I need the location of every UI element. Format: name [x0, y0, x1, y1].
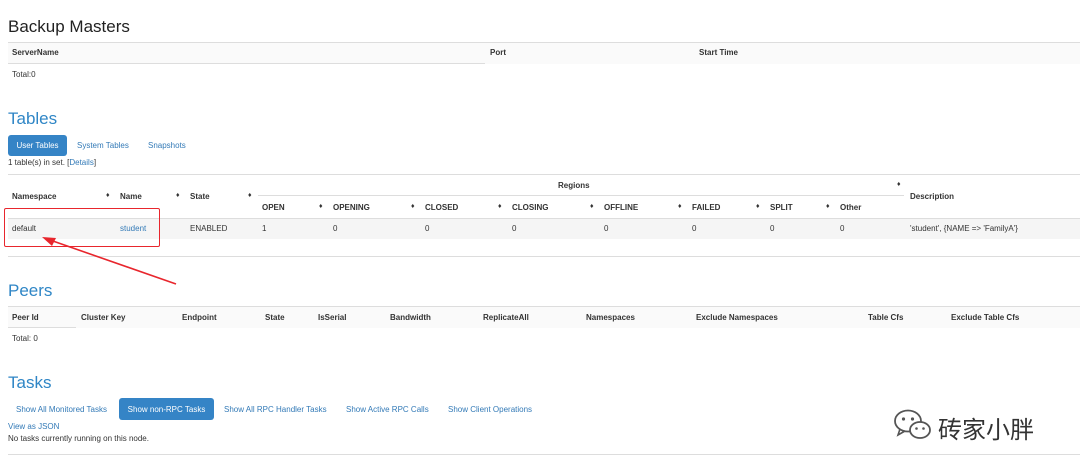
column-header-replicateall: ReplicateAll	[483, 313, 529, 322]
no-tasks-message: No tasks currently running on this node.	[8, 434, 149, 443]
tab-active-rpc-calls[interactable]: Show Active RPC Calls	[346, 405, 429, 414]
column-header-endpoint: Endpoint	[182, 313, 217, 322]
column-header-namespaces: Namespaces	[586, 313, 635, 322]
column-header-peer-id: Peer Id	[12, 313, 39, 322]
peers-title: Peers	[8, 281, 53, 300]
column-header-bandwidth: Bandwidth	[390, 313, 431, 322]
tab-non-rpc-tasks[interactable]: Show non-RPC Tasks	[119, 398, 214, 420]
column-header-state: State	[265, 313, 285, 322]
watermark-text: 砖家小胖	[938, 416, 1034, 444]
view-as-json-link[interactable]: View as JSON	[8, 422, 59, 431]
wechat-icon	[894, 409, 931, 439]
peers-total: Total: 0	[12, 334, 38, 343]
tasks-title: Tasks	[8, 373, 52, 392]
column-header-table-cfs: Table Cfs	[868, 313, 904, 322]
column-header-exclude-namespaces: Exclude Namespaces	[696, 313, 778, 322]
column-header-isserial: IsSerial	[318, 313, 347, 322]
tab-all-monitored-tasks[interactable]: Show All Monitored Tasks	[16, 405, 107, 414]
tab-client-operations[interactable]: Show Client Operations	[448, 405, 532, 414]
tab-all-rpc-handler-tasks[interactable]: Show All RPC Handler Tasks	[224, 405, 327, 414]
column-header-cluster-key: Cluster Key	[81, 313, 126, 322]
column-header-exclude-table-cfs: Exclude Table Cfs	[951, 313, 1020, 322]
peers-header-bg	[8, 306, 1080, 328]
